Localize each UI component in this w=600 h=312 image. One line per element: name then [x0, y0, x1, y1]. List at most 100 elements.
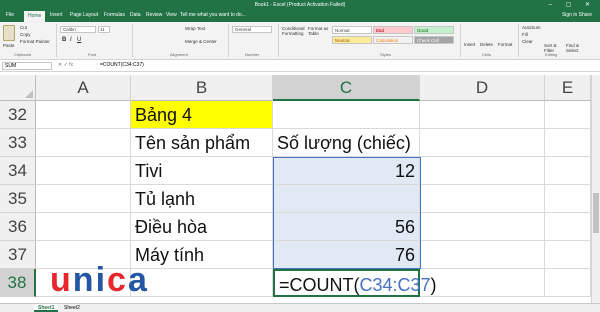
cell-a35[interactable] — [36, 185, 131, 213]
cell-d32[interactable] — [420, 101, 545, 129]
style-check-cell[interactable]: Check Cell — [414, 36, 454, 44]
cell-d38[interactable] — [420, 269, 545, 297]
select-all-corner[interactable] — [0, 75, 36, 101]
cell-e34[interactable] — [545, 157, 591, 185]
logo-letter-c: c — [107, 262, 126, 299]
row-header-36[interactable]: 36 — [0, 213, 36, 241]
ribbon-separator — [278, 24, 279, 57]
cell-b36[interactable]: Điều hòa — [131, 213, 273, 241]
cell-d36[interactable] — [420, 213, 545, 241]
tell-me-search[interactable]: Tell me what you want to do... — [180, 12, 246, 18]
format-cells-button[interactable]: Format — [498, 42, 512, 47]
cell-c36[interactable]: 56 — [273, 213, 420, 241]
italic-icon[interactable]: I — [70, 37, 72, 43]
column-header-c[interactable]: C — [273, 75, 420, 101]
tab-home[interactable]: Home — [24, 11, 46, 22]
formula-input[interactable]: =COUNT(C34:C37) — [100, 62, 144, 69]
style-good[interactable]: Good — [414, 26, 454, 34]
cell-e37[interactable] — [545, 241, 591, 269]
sheet-tab-1[interactable]: Sheet1 — [34, 304, 59, 312]
cut-button[interactable]: Cut — [20, 25, 27, 30]
cell-c37[interactable]: 76 — [273, 241, 420, 269]
tab-formulas[interactable]: Formulas — [104, 12, 125, 18]
font-group-label: Font — [88, 52, 97, 57]
row-header-38[interactable]: 38 — [0, 269, 36, 297]
cell-e36[interactable] — [545, 213, 591, 241]
fill-button[interactable]: Fill — [522, 32, 528, 37]
cell-c34[interactable]: 12 — [273, 157, 420, 185]
tab-review[interactable]: Review — [146, 12, 162, 18]
cell-d37[interactable] — [420, 241, 545, 269]
vertical-scrollbar[interactable] — [591, 75, 600, 303]
cell-a32[interactable] — [36, 101, 131, 129]
column-header-d[interactable]: D — [420, 75, 545, 101]
insert-cells-button[interactable]: Insert — [464, 42, 475, 47]
ribbon-separator — [132, 24, 133, 57]
logo-letter-n: n — [73, 262, 94, 299]
sheet-tab-2[interactable]: Sheet2 — [60, 304, 84, 312]
cell-a33[interactable] — [36, 129, 131, 157]
cell-c32[interactable] — [273, 101, 420, 129]
format-as-table-button[interactable]: Format as Table — [308, 26, 330, 36]
column-header-e[interactable]: E — [545, 75, 591, 101]
cell-d35[interactable] — [420, 185, 545, 213]
copy-button[interactable]: Copy — [20, 32, 31, 37]
user-area[interactable]: Sign in Share — [562, 12, 592, 18]
paste-button[interactable]: Paste — [3, 43, 15, 48]
style-neutral[interactable]: Neutral — [332, 36, 372, 44]
cell-a34[interactable] — [36, 157, 131, 185]
ribbon-separator — [460, 24, 461, 57]
window-controls[interactable]: – ▢ ✕ — [549, 1, 596, 8]
tab-insert[interactable]: Insert — [50, 12, 63, 18]
find-select-button[interactable]: Find & Select — [566, 43, 586, 53]
style-calculation[interactable]: Calculation — [373, 36, 413, 44]
scrollbar-thumb[interactable] — [593, 193, 599, 233]
underline-icon[interactable]: U — [77, 37, 81, 43]
delete-cells-button[interactable]: Delete — [480, 42, 493, 47]
cell-b32[interactable]: Bảng 4 — [131, 101, 273, 129]
row-header-37[interactable]: 37 — [0, 241, 36, 269]
logo-letter-u: u — [50, 262, 71, 299]
column-header-b[interactable]: B — [131, 75, 273, 101]
tab-view[interactable]: View — [166, 12, 177, 18]
cell-b35[interactable]: Tủ lạnh — [131, 185, 273, 213]
autosum-button[interactable]: AutoSum — [522, 25, 541, 30]
wrap-text-button[interactable]: Wrap Text — [185, 26, 205, 31]
cell-c33[interactable]: Số lượng (chiếc) — [273, 129, 420, 157]
cell-e35[interactable] — [545, 185, 591, 213]
cell-c38-active-formula[interactable]: =COUNT(C34:C37) — [273, 269, 437, 297]
cell-c35[interactable] — [273, 185, 420, 213]
clear-button[interactable]: Clear — [522, 39, 533, 44]
tab-data[interactable]: Data — [130, 12, 141, 18]
font-name-select[interactable]: Calibri — [60, 26, 96, 33]
tab-page-layout[interactable]: Page Layout — [70, 12, 98, 18]
row-header-35[interactable]: 35 — [0, 185, 36, 213]
cell-e32[interactable] — [545, 101, 591, 129]
cell-b34[interactable]: Tivi — [131, 157, 273, 185]
cell-e33[interactable] — [545, 129, 591, 157]
bold-icon[interactable]: B — [62, 37, 66, 43]
row-header-34[interactable]: 34 — [0, 157, 36, 185]
row-header-32[interactable]: 32 — [0, 101, 36, 129]
tab-file[interactable]: File — [6, 12, 14, 18]
cell-d34[interactable] — [420, 157, 545, 185]
column-header-a[interactable]: A — [36, 75, 131, 101]
ribbon-home: Paste Cut Copy Format Painter Clipboard … — [0, 22, 600, 60]
merge-center-button[interactable]: Merge & Center — [185, 39, 217, 44]
cell-b33[interactable]: Tên sản phẩm — [131, 129, 273, 157]
conditional-formatting-button[interactable]: Conditional Formatting — [282, 26, 305, 36]
cells-group-label: Cells — [482, 52, 491, 57]
cell-d33[interactable] — [420, 129, 545, 157]
name-box[interactable]: SUM — [2, 62, 52, 70]
cell-e38[interactable] — [545, 269, 591, 297]
paste-icon[interactable] — [3, 25, 15, 41]
number-format-select[interactable]: General — [232, 26, 272, 33]
format-painter-button[interactable]: Format Painter — [20, 39, 50, 44]
formula-bar-icons[interactable]: ✕ ✓ fx — [58, 62, 73, 68]
row-header-33[interactable]: 33 — [0, 129, 36, 157]
cell-a36[interactable] — [36, 213, 131, 241]
formula-bar: SUM ✕ ✓ fx =COUNT(C34:C37) — [0, 60, 600, 72]
style-normal[interactable]: Normal — [332, 26, 372, 34]
style-bad[interactable]: Bad — [373, 26, 413, 34]
font-size-select[interactable]: 11 — [98, 26, 110, 33]
